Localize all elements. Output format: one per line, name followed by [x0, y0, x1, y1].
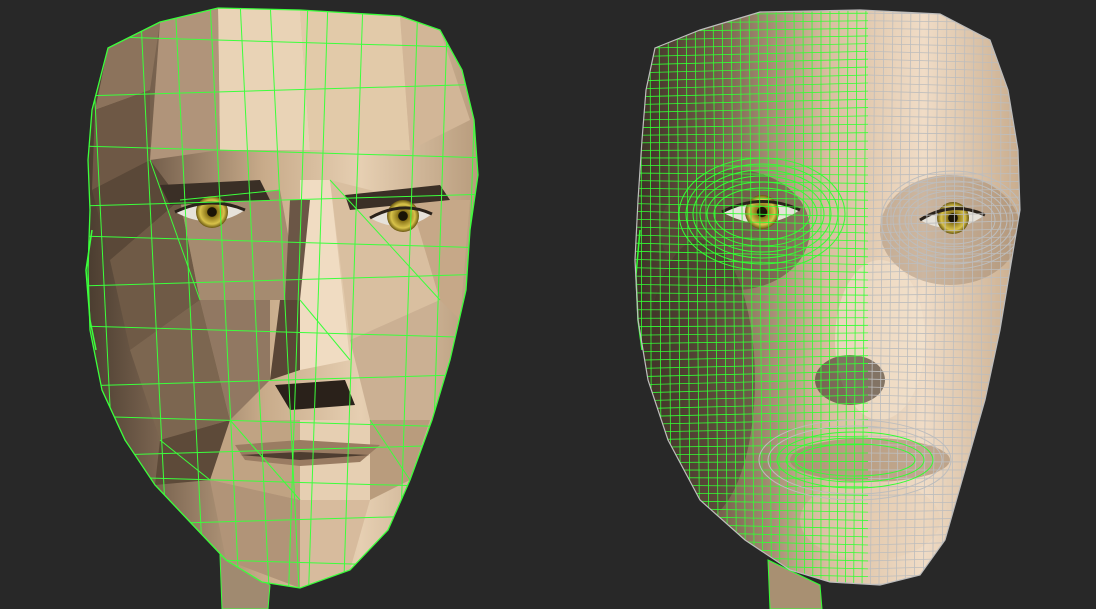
viewport-canvas — [80, 0, 1026, 609]
subdivided-head-model[interactable] — [630, 0, 1026, 609]
low-poly-head-model[interactable] — [80, 0, 490, 609]
mesh-edge — [868, 597, 1026, 600]
mesh-edge — [868, 6, 1026, 7]
mesh-edge — [1018, 10, 1020, 585]
mesh-edge — [868, 589, 1026, 592]
mesh-edge — [630, 6, 868, 7]
3d-viewport[interactable] — [0, 0, 1096, 609]
face-shading — [92, 8, 470, 588]
mesh-edge — [640, 10, 643, 585]
mesh-edge — [630, 588, 868, 592]
mesh-edge — [630, 596, 868, 599]
